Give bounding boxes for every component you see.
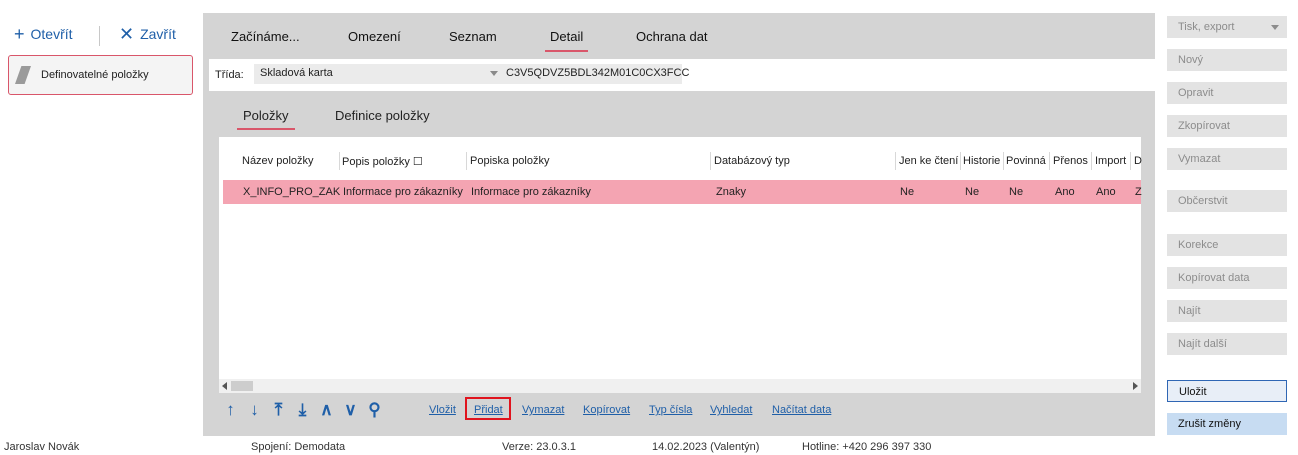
navigation-icons: ↑ ↓ ⤒ ⤓ ∧ ∨ ⚲ xyxy=(221,400,384,420)
arrow-up-icon[interactable]: ↑ xyxy=(221,400,240,420)
tab-ochrana-dat[interactable]: Ochrana dat xyxy=(636,29,708,44)
cell-prenos: Ano xyxy=(1055,186,1075,198)
cell-databazovy-typ: Znaky xyxy=(716,186,746,198)
copy-data-button[interactable]: Kopírovat data xyxy=(1167,267,1287,289)
column-divider xyxy=(895,152,896,170)
correction-button[interactable]: Korekce xyxy=(1167,234,1287,256)
column-divider xyxy=(1049,152,1050,170)
class-code-field: C3V5QDVZ5BDL342M01C0CX3FCC xyxy=(502,64,689,84)
chevron-down-icon xyxy=(1271,25,1279,30)
class-select-value: Skladová karta xyxy=(260,67,333,79)
column-divider xyxy=(960,152,961,170)
arrow-to-bottom-icon[interactable]: ⤓ xyxy=(293,400,312,420)
search-link[interactable]: Vyhledat xyxy=(710,404,752,416)
module-icon xyxy=(15,66,31,84)
column-divider xyxy=(466,152,467,170)
open-label: Otevřít xyxy=(30,26,73,42)
chevron-up-icon[interactable]: ∧ xyxy=(317,400,336,420)
cell-nazev: X_INFO_PRO_ZAK xyxy=(243,186,341,198)
chevron-down-icon[interactable]: ∨ xyxy=(341,400,360,420)
highlight-box xyxy=(465,397,511,420)
cell-import: Ano xyxy=(1096,186,1116,198)
cell-historie: Ne xyxy=(965,186,980,198)
close-label: Zavřít xyxy=(140,26,176,42)
sidebar-item-label: Definovatelné položky xyxy=(41,69,149,81)
column-header-nazev[interactable]: Název položky xyxy=(242,155,314,167)
scrollbar-thumb[interactable] xyxy=(231,381,253,391)
tab-omezeni[interactable]: Omezení xyxy=(348,29,401,44)
horizontal-scrollbar[interactable] xyxy=(219,379,1141,393)
chevron-down-icon xyxy=(490,71,498,76)
class-select[interactable]: Skladová karta xyxy=(254,64,502,84)
status-connection: Spojení: Demodata xyxy=(251,441,346,453)
cell-jen-ke-cteni: Ne xyxy=(900,186,915,198)
sidebar-item-definovatelne-polozky[interactable]: Definovatelné položky xyxy=(8,55,193,95)
column-divider xyxy=(339,152,340,170)
arrow-to-top-icon[interactable]: ⤒ xyxy=(269,400,288,420)
class-bar: Třída: Skladová karta C3V5QDVZ5BDL342M01… xyxy=(209,59,1157,91)
cell-d: Z xyxy=(1135,186,1142,198)
arrow-down-icon[interactable]: ↓ xyxy=(245,400,264,420)
delete-link[interactable]: Vymazat xyxy=(522,404,564,416)
status-user: Jaroslav Novák xyxy=(4,441,80,453)
close-button[interactable]: ✕ Zavřít xyxy=(119,24,176,44)
save-button[interactable]: Uložit xyxy=(1167,380,1287,402)
column-header-popis[interactable]: Popis položky ☐ xyxy=(342,155,423,168)
column-header-prenos[interactable]: Přenos xyxy=(1053,155,1088,167)
column-divider xyxy=(710,152,711,170)
print-export-label: Tisk, export xyxy=(1178,21,1235,33)
tab-definice-polozky[interactable]: Definice položky xyxy=(335,108,430,123)
toolbar-divider xyxy=(99,26,100,46)
cell-popis: Informace pro zákazníky xyxy=(343,186,463,198)
copy-link[interactable]: Kopírovat xyxy=(583,404,630,416)
column-header-povinna[interactable]: Povinná xyxy=(1006,155,1046,167)
items-grid: Název položky Popis položky ☐ Popiska po… xyxy=(219,137,1142,382)
insert-link[interactable]: Vložit xyxy=(429,404,456,416)
main-panel: Začínáme... Omezení Seznam Detail Ochran… xyxy=(203,13,1157,436)
delete-button[interactable]: Vymazat xyxy=(1167,148,1287,170)
status-hotline: Hotline: +420 296 397 330 xyxy=(802,441,932,453)
column-header-databazovy-typ[interactable]: Databázový typ xyxy=(714,155,790,167)
column-header-historie[interactable]: Historie xyxy=(963,155,1000,167)
open-button[interactable]: + Otevřít xyxy=(14,24,73,44)
scroll-left-icon[interactable] xyxy=(222,382,227,390)
cell-povinna: Ne xyxy=(1009,186,1024,198)
load-data-link[interactable]: Načítat data xyxy=(772,404,831,416)
cell-popiska: Informace pro zákazníky xyxy=(471,186,591,198)
tab-detail[interactable]: Detail xyxy=(544,29,589,52)
column-header-d[interactable]: D xyxy=(1134,155,1142,167)
search-icon[interactable]: ⚲ xyxy=(365,400,384,420)
column-divider xyxy=(1091,152,1092,170)
number-type-link[interactable]: Typ čísla xyxy=(649,404,692,416)
status-date: 14.02.2023 (Valentýn) xyxy=(652,441,760,453)
plus-icon: + xyxy=(14,24,25,44)
column-header-import[interactable]: Import xyxy=(1095,155,1126,167)
column-divider xyxy=(1003,152,1004,170)
status-version: Verze: 23.0.3.1 xyxy=(502,441,576,453)
tab-seznam[interactable]: Seznam xyxy=(449,29,497,44)
find-next-button[interactable]: Najít další xyxy=(1167,333,1287,355)
find-button[interactable]: Najít xyxy=(1167,300,1287,322)
edit-button[interactable]: Opravit xyxy=(1167,82,1287,104)
tab-polozky[interactable]: Položky xyxy=(237,108,295,130)
close-icon: ✕ xyxy=(119,24,135,44)
class-label: Třída: xyxy=(215,69,244,81)
print-export-button[interactable]: Tisk, export xyxy=(1167,16,1287,38)
new-button[interactable]: Nový xyxy=(1167,49,1287,71)
refresh-button[interactable]: Občerstvit xyxy=(1167,190,1287,212)
copy-button[interactable]: Zkopírovat xyxy=(1167,115,1287,137)
column-header-popiska[interactable]: Popiska položky xyxy=(470,155,550,167)
tab-zaciname[interactable]: Začínáme... xyxy=(231,29,300,44)
column-divider xyxy=(1130,152,1131,170)
cancel-changes-button[interactable]: Zrušit změny xyxy=(1167,413,1287,435)
column-header-jen-ke-cteni[interactable]: Jen ke čtení xyxy=(899,155,958,167)
scroll-right-icon[interactable] xyxy=(1133,382,1138,390)
